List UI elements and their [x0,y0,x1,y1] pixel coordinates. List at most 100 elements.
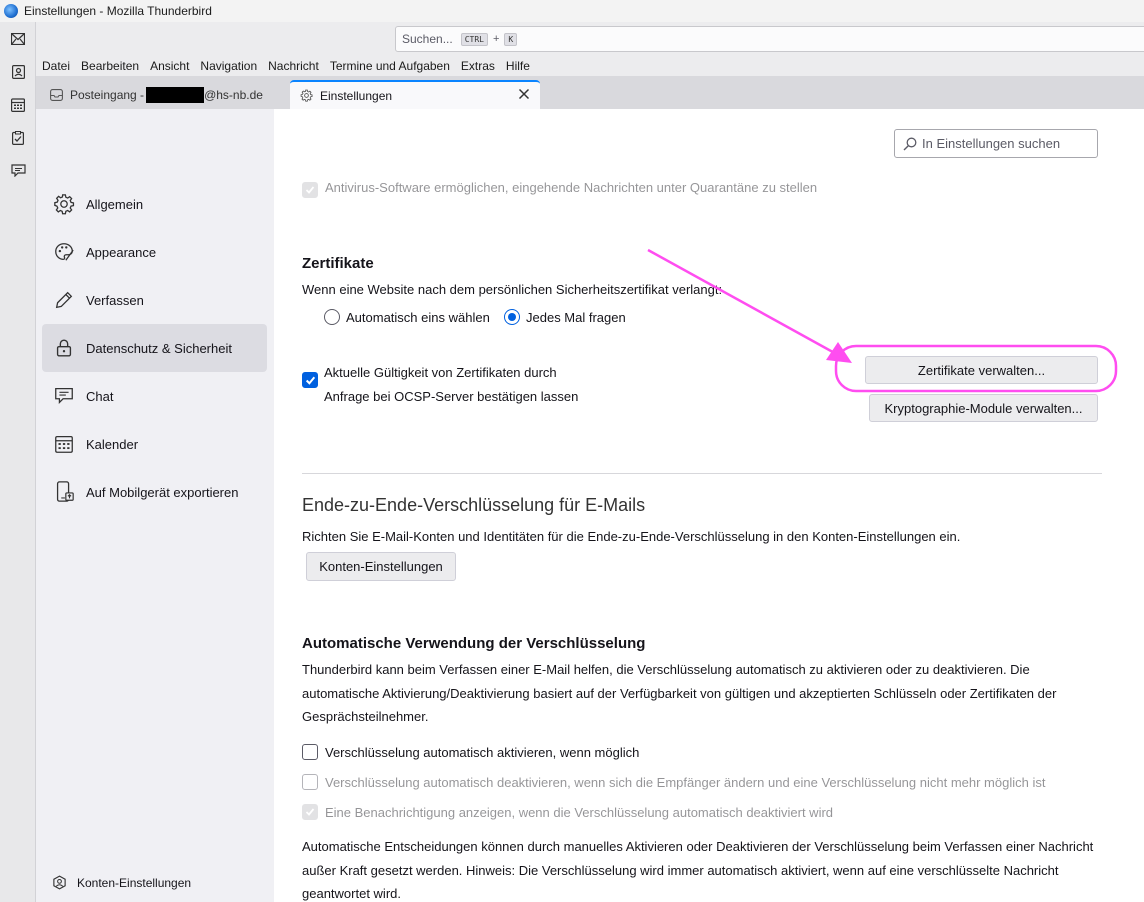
category-label: Datenschutz & Sicherheit [86,340,232,356]
manage-certificates-button[interactable]: Zertifikate verwalten... [865,356,1098,384]
account-settings-button[interactable]: Konten-Einstellungen [306,552,456,581]
menu-navigation[interactable]: Navigation [200,59,257,73]
search-icon [903,137,917,151]
manage-crypto-modules-button[interactable]: Kryptographie-Module verwalten... [869,394,1098,422]
calendar-icon [52,432,76,456]
pencil-icon [52,288,76,312]
account-settings-link[interactable]: Konten-Einstellungen [52,875,191,890]
auto-enable-checkbox[interactable] [302,744,318,760]
notify-option[interactable]: Eine Benachrichtigung anzeigen, wenn die… [302,804,833,820]
radio-automatic-button[interactable] [324,309,340,325]
mail-icon [11,32,25,45]
category-label: Allgemein [86,196,144,212]
close-tab-button[interactable] [518,88,530,103]
auto-enable-option[interactable]: Verschlüsselung automatisch aktivieren, … [302,744,639,760]
notify-label: Eine Benachrichtigung anzeigen, wenn die… [325,804,834,820]
radio-automatic[interactable]: Automatisch eins wählen [324,309,490,325]
shortcut-key-k: K [504,32,518,46]
settings-content: In Einstellungen suchen Antivirus-Softwa… [274,109,1144,902]
category-label: Auf Mobilgerät exportieren [86,484,239,500]
chat-icon [52,384,76,408]
calendar-icon [11,97,25,112]
certificates-question: Wenn eine Website nach dem persönlichen … [302,282,723,297]
radio-ask-button[interactable] [504,309,520,325]
ocsp-label-line2: Anfrage bei OCSP-Server bestätigen lasse… [324,389,579,404]
inbox-icon [50,88,63,101]
auto-encryption-line1: Thunderbird kann beim Verfassen einer E-… [302,662,1030,677]
tab-settings[interactable]: Einstellungen [290,80,540,109]
category-kalender[interactable]: Kalender [42,420,267,468]
thunderbird-logo-icon [4,4,18,18]
category-verfassen[interactable]: Verfassen [42,276,267,324]
gear-icon [300,89,313,102]
menu-nachricht[interactable]: Nachricht [268,59,319,73]
window-title: Einstellungen - Mozilla Thunderbird [24,4,212,18]
category-appearance[interactable]: Appearance [42,228,267,276]
redacted-email-user [146,86,205,103]
ocsp-label: Aktuelle Gültigkeit von Zertifikaten dur… [324,361,578,409]
mail-space-button[interactable] [0,22,36,55]
settings-search-input[interactable]: In Einstellungen suchen [894,129,1098,158]
menu-termine-und-aufgaben[interactable]: Termine und Aufgaben [330,59,450,73]
chat-icon [10,164,26,177]
auto-encryption-line3: Gesprächsteilnehmer. [302,709,429,724]
shortcut-key-ctrl: CTRL [460,32,488,46]
category-mobilgeraet-exportieren[interactable]: Auf Mobilgerät exportieren [42,468,267,516]
global-search-input[interactable]: Suchen... CTRL + K [395,26,1144,52]
radio-ask-every-time[interactable]: Jedes Mal fragen [504,309,626,325]
calendar-space-button[interactable] [0,88,36,121]
palette-icon [52,240,76,264]
auto-disable-checkbox[interactable] [302,774,318,790]
auto-enable-label: Verschlüsselung automatisch aktivieren, … [325,744,640,760]
tab-inbox[interactable]: Posteingang - @hs-nb.de [40,80,286,109]
auto-disable-label: Verschlüsselung automatisch deaktivieren… [325,774,1046,790]
tab-settings-label: Einstellungen [320,88,393,103]
auto-encryption-heading: Automatische Verwendung der Verschlüssel… [302,635,646,652]
auto-encryption-note-line2: außer Kraft gesetzt werden. Hinweis: Die… [302,862,1059,878]
auto-disable-option[interactable]: Verschlüsselung automatisch deaktivieren… [302,774,1045,790]
address-book-space-button[interactable] [0,55,36,88]
menu-datei[interactable]: Datei [42,59,70,73]
category-label: Appearance [86,244,157,260]
shortcut-plus: + [492,33,500,45]
radio-ask-label: Jedes Mal fragen [526,309,626,325]
category-allgemein[interactable]: Allgemein [42,180,267,228]
tab-inbox-label-prefix: Posteingang - [70,87,145,102]
account-settings-icon [52,875,67,890]
antivirus-checkbox[interactable] [302,182,318,198]
ocsp-checkbox-box[interactable] [302,372,318,388]
address-book-icon [11,64,25,79]
antivirus-label: Antivirus-Software ermöglichen, eingehen… [325,182,818,195]
e2e-description: Richten Sie E-Mail-Konten und Identitäte… [302,529,961,544]
e2e-heading: Ende-zu-Ende-Verschlüsselung für E-Mails [302,495,646,515]
certificates-heading: Zertifikate [302,255,374,272]
account-settings-label: Konten-Einstellungen [77,875,192,890]
tasks-space-button[interactable] [0,121,36,154]
unified-toolbar: Suchen... CTRL + K [36,22,1144,56]
gear-icon [52,192,76,216]
ocsp-checkbox[interactable] [302,372,318,389]
title-bar: Einstellungen - Mozilla Thunderbird [0,0,1144,22]
auto-encryption-line2: automatische Aktivierung/Deaktivierung b… [302,685,1057,701]
notify-checkbox[interactable] [302,804,318,820]
tasks-icon [12,130,24,145]
settings-search-placeholder: In Einstellungen suchen [922,136,1061,151]
category-chat[interactable]: Chat [42,372,267,420]
section-divider [302,473,1102,474]
menu-bearbeiten[interactable]: Bearbeiten [81,59,139,73]
settings-category-list: Allgemein Appearance Verfassen Datenschu… [36,109,274,902]
chat-space-button[interactable] [0,154,36,187]
auto-encryption-note-line3: geantwortet wird. [302,886,401,901]
auto-encryption-description: Thunderbird kann beim Verfassen einer E-… [302,658,1132,729]
close-icon [518,88,530,100]
category-label: Chat [86,388,114,404]
global-search-placeholder: Suchen... [402,32,453,46]
mobile-export-icon [52,480,76,504]
radio-automatic-label: Automatisch eins wählen [346,309,490,325]
menu-ansicht[interactable]: Ansicht [150,59,189,73]
antivirus-option[interactable]: Antivirus-Software ermöglichen, eingehen… [302,182,817,198]
category-label: Verfassen [86,292,144,308]
category-datenschutz-sicherheit[interactable]: Datenschutz & Sicherheit [42,324,267,372]
menu-extras[interactable]: Extras [461,59,495,73]
menu-hilfe[interactable]: Hilfe [506,59,530,73]
